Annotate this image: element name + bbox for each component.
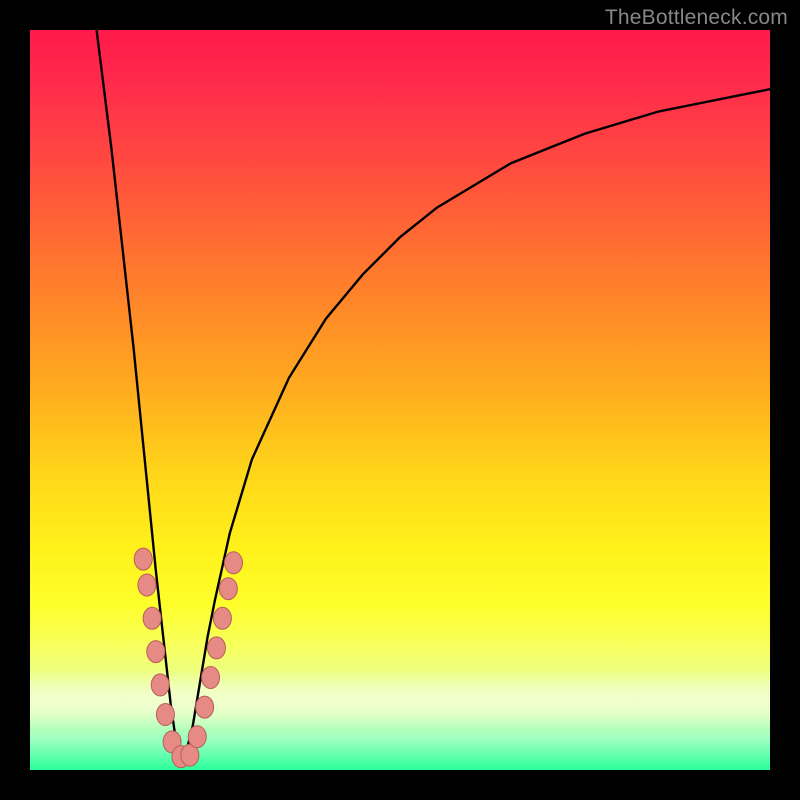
bottleneck-curve: [97, 30, 770, 755]
sample-dot: [138, 574, 156, 596]
sample-dot: [202, 667, 220, 689]
watermark-text: TheBottleneck.com: [605, 6, 788, 30]
sample-dot: [188, 726, 206, 748]
sample-dot: [219, 578, 237, 600]
sample-dot: [156, 704, 174, 726]
chart-frame: TheBottleneck.com: [0, 0, 800, 800]
plot-area: [30, 30, 770, 770]
curve-layer: [30, 30, 770, 770]
sample-dot: [143, 607, 161, 629]
sample-dot: [196, 696, 214, 718]
sample-dots: [134, 548, 242, 768]
sample-dot: [213, 607, 231, 629]
sample-dot: [134, 548, 152, 570]
sample-dot: [207, 637, 225, 659]
sample-dot: [147, 641, 165, 663]
sample-dot: [151, 674, 169, 696]
sample-dot: [225, 552, 243, 574]
